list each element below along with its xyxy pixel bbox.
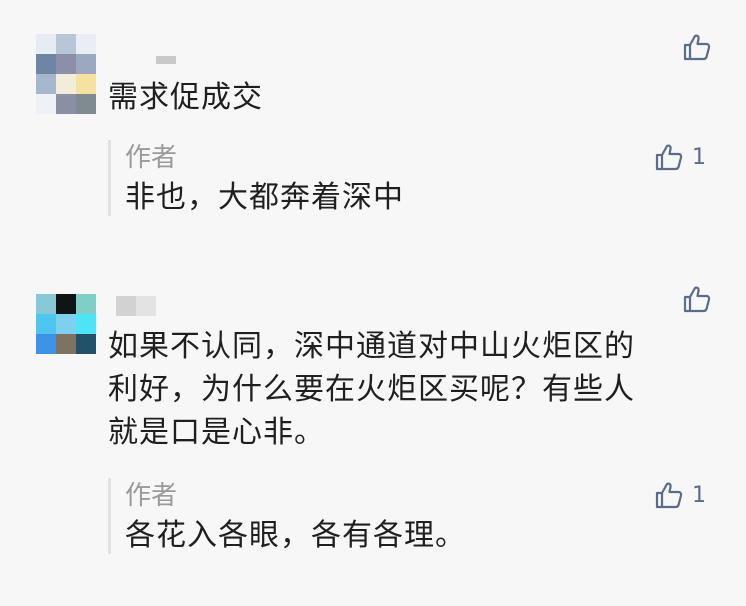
- author-reply: 作者 各花入各眼，各有各理。: [108, 478, 466, 554]
- reply-like-button[interactable]: 1: [654, 480, 706, 510]
- reply-author[interactable]: 作者: [125, 478, 466, 514]
- username-blurred[interactable]: [116, 296, 156, 316]
- reply-like-button[interactable]: 1: [654, 142, 706, 172]
- like-count: 1: [692, 144, 706, 170]
- thumbs-up-icon: [655, 144, 683, 171]
- avatar[interactable]: [36, 34, 96, 114]
- thumbs-up-icon: [683, 286, 711, 313]
- reply-text: 各花入各眼，各有各理。: [125, 518, 466, 553]
- reply-author[interactable]: 作者: [125, 140, 404, 176]
- thumbs-up-icon: [655, 482, 683, 509]
- author-reply: 作者 非也，大都奔着深中: [108, 140, 404, 216]
- like-button[interactable]: [682, 284, 720, 314]
- thumbs-up-icon: [683, 34, 711, 61]
- like-count: 1: [692, 482, 706, 508]
- comment-text: 如果不认同，深中通道对中山火炬区的 利好，为什么要在火炬区买呢？有些人 就是口是…: [108, 329, 635, 450]
- comment-text: 需求促成交: [108, 80, 263, 115]
- reply-text: 非也，大都奔着深中: [125, 180, 404, 215]
- username-blurred[interactable]: [156, 56, 176, 64]
- like-button[interactable]: [682, 32, 720, 62]
- avatar[interactable]: [36, 294, 96, 354]
